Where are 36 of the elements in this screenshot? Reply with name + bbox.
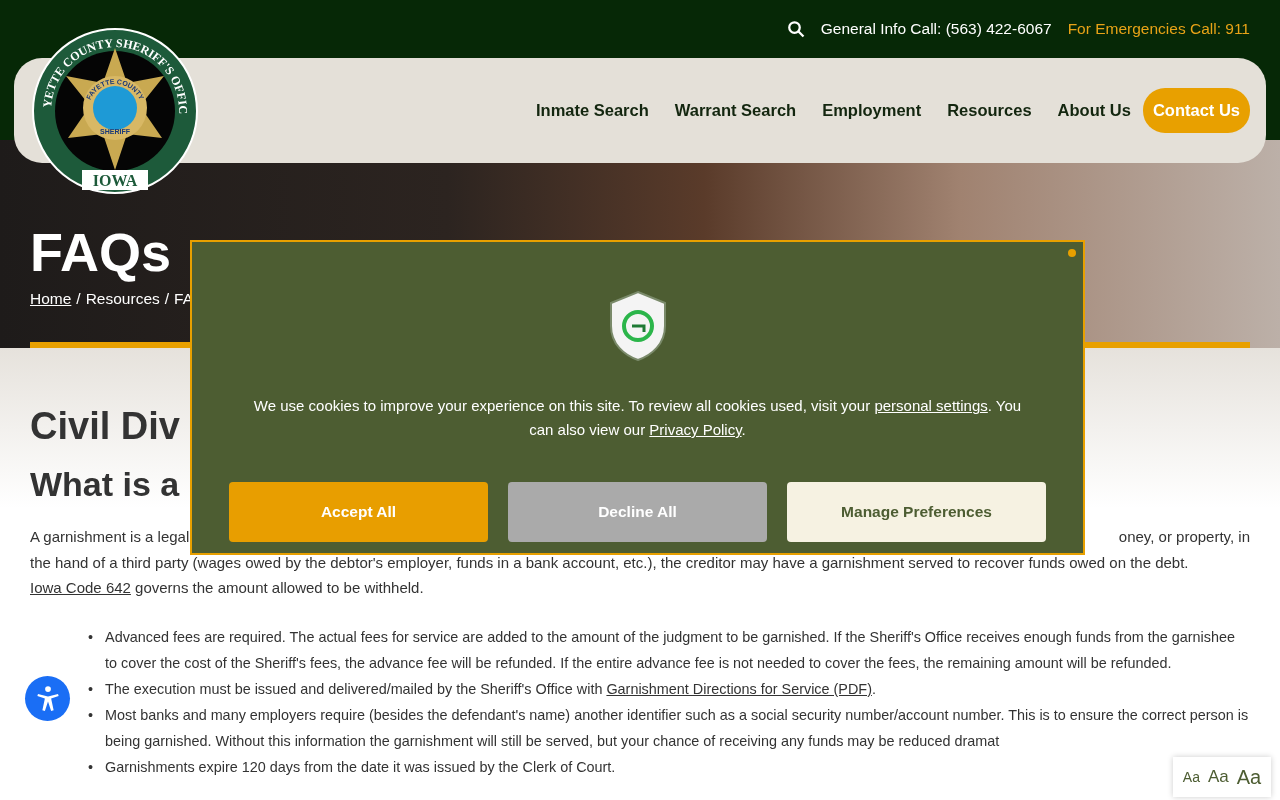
section-title: Civil Div xyxy=(30,404,180,449)
breadcrumb-link[interactable]: Home xyxy=(30,290,72,308)
page-title: FAQs xyxy=(30,222,172,282)
nav-link[interactable]: Warrant Search xyxy=(674,101,797,120)
bullet-text: Garnishments expire 120 days from the date it was issued by the Clerk of Court. xyxy=(105,758,616,777)
nav-link[interactable]: Employment xyxy=(822,101,922,120)
search-icon[interactable] xyxy=(786,20,805,38)
text-size-option[interactable]: Aa xyxy=(1236,765,1262,789)
cookie-message: We use cookies to improve your experience on this site. To review all cookies used, visit your personal settings. You can also view our Privacy Policy. xyxy=(252,396,1023,440)
nav-link[interactable]: Inmate Search xyxy=(536,101,649,120)
bullet-marker: • xyxy=(88,628,94,647)
paragraph-text: oney, or property, in xyxy=(1118,527,1250,547)
general-info-phone[interactable]: General Info Call: (563) 422-6067 xyxy=(820,20,1052,38)
text-size-option[interactable]: Aa xyxy=(1207,767,1229,787)
bullet-marker: • xyxy=(88,758,94,777)
breadcrumb-item: Resources xyxy=(85,290,160,308)
bullet-marker: • xyxy=(88,706,94,725)
bullet-text: Advanced fees are required. The actual fees for service are added to the amount of the judgment to be garnished. If the Sheriff's Office receives enough funds from the garnishee to cover the cost of the Sheriff's fees, the advance fee will be refunded. If the entire advance fee is not needed to cover the fees, the remaining amount will be refunded. xyxy=(105,628,1236,673)
breadcrumb-separator: / xyxy=(164,290,170,308)
question-heading: What is a xyxy=(30,464,180,505)
nav-link[interactable]: About Us xyxy=(1057,101,1131,120)
dot-icon xyxy=(1068,249,1076,257)
privacy-link[interactable]: Privacy Policy xyxy=(649,421,742,438)
text-size-option[interactable]: Aa xyxy=(1182,769,1200,785)
breadcrumb-separator: / xyxy=(76,290,81,308)
nav-link[interactable]: Resources xyxy=(947,101,1032,120)
settings-link[interactable]: personal settings xyxy=(874,397,988,414)
paragraph-text: A garnishment is a legal xyxy=(30,527,190,547)
bullet-text: The execution must be issued and delivered/mailed by the Sheriff's Office with Garnishment Directions for Service (PDF). xyxy=(105,680,876,699)
emergency-phone[interactable]: For Emergencies Call: 911 xyxy=(1067,20,1250,38)
text-link[interactable]: Iowa Code 642 xyxy=(30,579,131,596)
bullet-marker: • xyxy=(88,680,94,699)
shield-icon xyxy=(607,290,668,362)
bullet-text: Most banks and many employers require (besides the defendant's name) another identifier such as a social security number/account number. This is to ensure the correct person is being garnished. Without this information the garnishment will still be served, but your chance of receiving any funds may be reduced dramat xyxy=(105,706,1250,751)
preferences-button[interactable]: Manage Preferences xyxy=(787,482,1046,542)
text-link[interactable]: Garnishment Directions for Service (PDF) xyxy=(606,681,872,697)
